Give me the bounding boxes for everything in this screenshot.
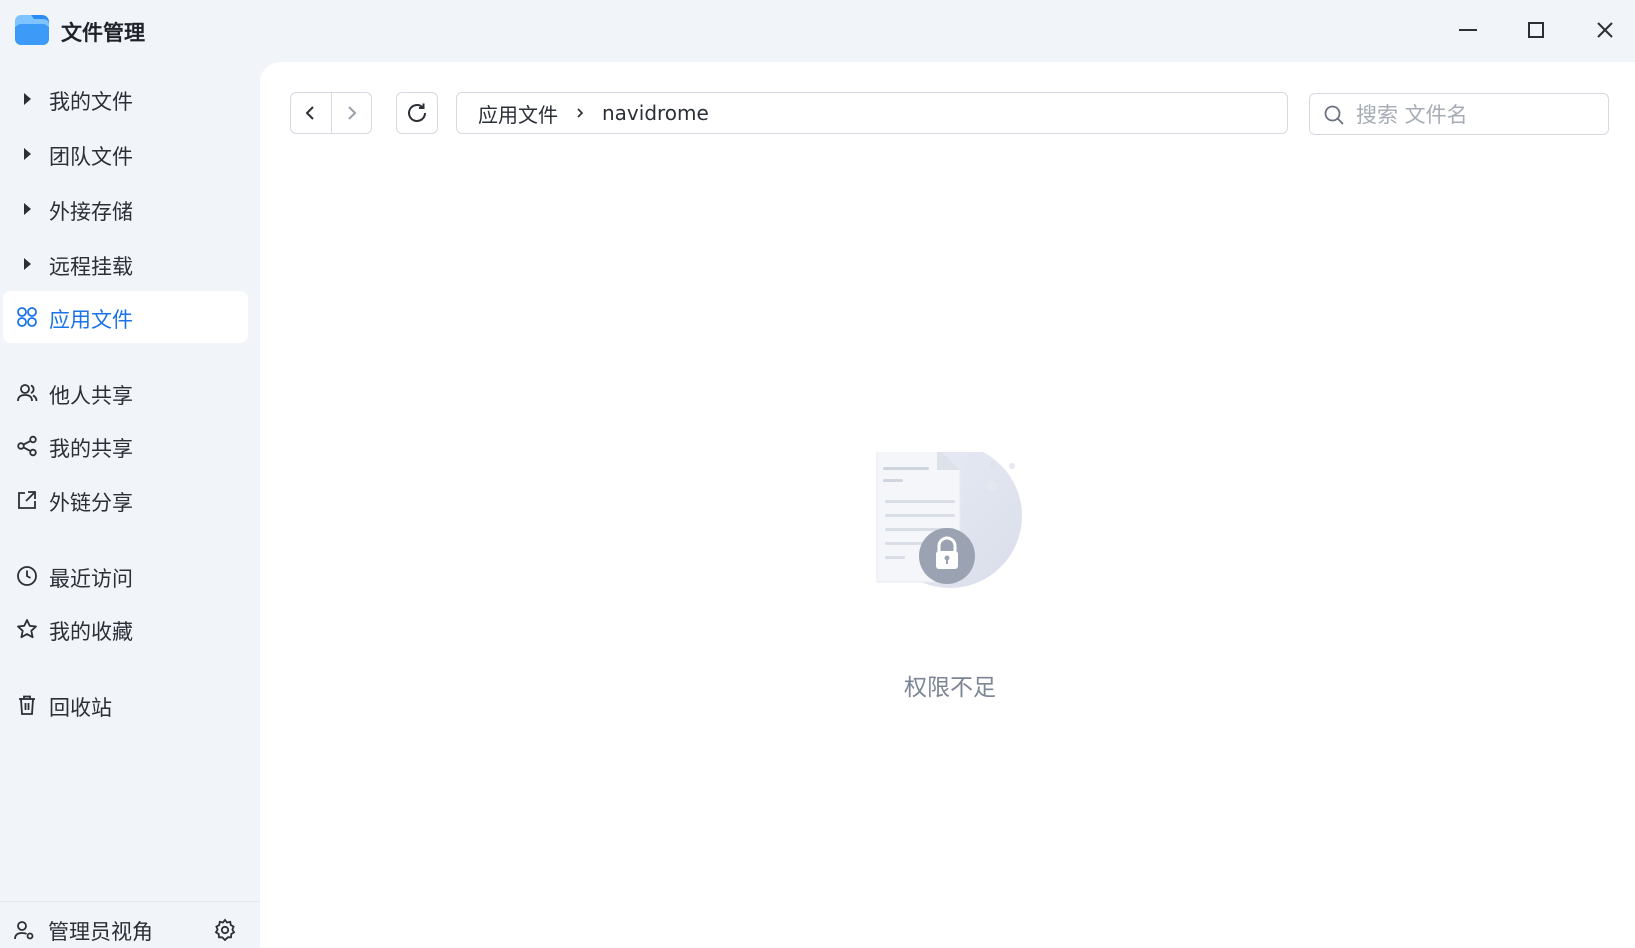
admin-user-icon [14,921,34,940]
users-icon [15,381,39,405]
caret-right-icon [15,197,39,221]
search-box[interactable] [1309,93,1609,135]
app-title: 文件管理 [61,21,145,45]
admin-view-label: 管理员视角 [48,920,153,944]
sidebar-item-external-link-share[interactable]: 外链分享 [3,474,248,526]
minimize-button[interactable] [1448,10,1488,50]
title-bar: 文件管理 [0,0,1635,60]
sidebar-item-recent[interactable]: 最近访问 [3,550,248,602]
close-button[interactable] [1585,10,1625,50]
sidebar-item-team-files[interactable]: 团队文件 [3,128,248,180]
search-icon [1324,105,1344,125]
sidebar-item-label: 最近访问 [49,567,133,591]
maximize-button[interactable] [1516,10,1556,50]
maximize-icon [1528,22,1544,38]
search-input[interactable] [1356,100,1596,130]
sidebar-item-shared-with-me[interactable]: 他人共享 [3,367,248,419]
sidebar-footer: 管理员视角 [0,901,260,948]
star-icon [15,617,39,641]
close-icon [1597,22,1613,38]
chevron-right-icon [574,106,586,120]
clock-icon [15,564,39,588]
sidebar-item-recycle-bin[interactable]: 回收站 [3,679,248,731]
sidebar-item-external-storage[interactable]: 外接存储 [3,183,248,235]
breadcrumb-item-current[interactable]: navidrome [602,101,709,125]
sidebar-item-remote-mount[interactable]: 远程挂载 [3,238,248,290]
sidebar-item-label: 应用文件 [49,308,133,332]
caret-right-icon [15,142,39,166]
folder-app-icon [15,15,49,45]
sidebar: 我的文件 团队文件 外接存储 远程挂载 应用文件 他人共享 我的共享 外链分享 … [0,60,260,948]
sidebar-item-label: 团队文件 [49,145,133,169]
minimize-icon [1459,29,1477,31]
main-panel: 应用文件 navidrome 搜索 文件名 权限不足 [260,62,1635,948]
sidebar-item-label: 外接存储 [49,200,133,224]
sidebar-item-label: 外链分享 [49,491,133,515]
sidebar-item-label: 回收站 [49,696,112,720]
apps-grid-icon [15,305,39,329]
sidebar-item-my-shares[interactable]: 我的共享 [3,420,248,472]
breadcrumb-item-app-files[interactable]: 应用文件 [478,99,558,128]
sidebar-item-label: 我的收藏 [49,620,133,644]
gear-icon [214,918,236,942]
forward-button[interactable] [331,93,371,133]
settings-button[interactable] [211,916,239,944]
caret-right-icon [15,87,39,111]
sidebar-item-app-files[interactable]: 应用文件 [3,291,248,343]
share-icon [15,434,39,458]
empty-state-text: 权限不足 [904,675,996,701]
caret-right-icon [15,252,39,276]
breadcrumb: 应用文件 navidrome [456,92,1288,134]
back-button[interactable] [291,93,331,133]
sidebar-item-my-files[interactable]: 我的文件 [3,73,248,125]
chevron-left-icon [305,106,314,120]
sidebar-item-label: 他人共享 [49,384,133,408]
locked-document-icon [876,452,1022,588]
sidebar-item-label: 我的文件 [49,90,133,114]
sidebar-item-label: 远程挂载 [49,255,133,279]
external-link-icon [15,488,39,512]
refresh-icon [408,103,426,122]
refresh-button[interactable] [396,92,438,134]
history-nav [290,92,372,134]
admin-view-button[interactable]: 管理员视角 [12,916,153,946]
sidebar-item-favorites[interactable]: 我的收藏 [3,603,248,655]
sidebar-item-label: 我的共享 [49,437,133,461]
chevron-right-icon [348,106,357,120]
trash-icon [15,693,39,717]
